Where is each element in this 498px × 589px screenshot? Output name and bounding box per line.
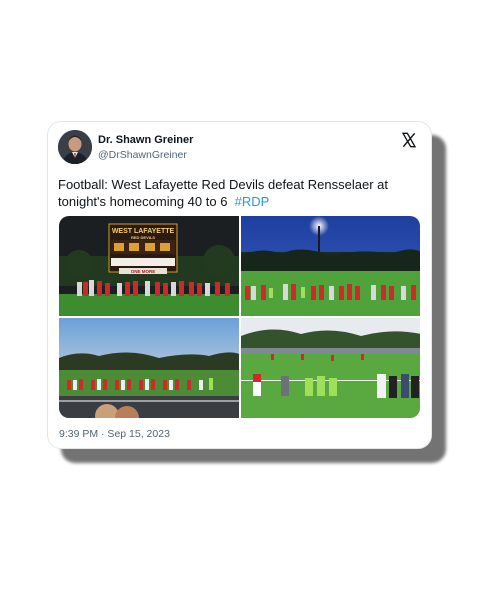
tweet-card: Dr. Shawn Greiner @DrShawnGreiner Footba… — [47, 121, 432, 449]
scoreboard-banner: ONE MORE — [131, 269, 156, 274]
photo-stadium-lights[interactable] — [241, 216, 420, 316]
author-handle[interactable]: @DrShawnGreiner — [98, 149, 187, 161]
tweet-text: Football: West Lafayette Red Devils defe… — [58, 176, 422, 210]
tweet-timestamp[interactable]: 9:39 PM · Sep 15, 2023 — [59, 428, 170, 440]
media-grid: WEST LAFAYETTE RED DEVILS ONE MORE — [59, 216, 420, 418]
photo-sideline-players[interactable] — [241, 318, 420, 418]
author-avatar[interactable] — [58, 130, 92, 164]
scoreboard-title: WEST LAFAYETTE — [112, 228, 175, 235]
photo-sunset-field[interactable] — [59, 318, 239, 418]
photo-scoreboard[interactable]: WEST LAFAYETTE RED DEVILS ONE MORE — [59, 216, 239, 316]
x-logo-icon[interactable] — [401, 132, 417, 148]
hashtag-link[interactable]: #RDP — [235, 194, 270, 209]
author-name[interactable]: Dr. Shawn Greiner — [98, 134, 193, 146]
tweet-body: Football: West Lafayette Red Devils defe… — [58, 177, 388, 209]
scoreboard-subtitle: RED DEVILS — [131, 235, 155, 240]
